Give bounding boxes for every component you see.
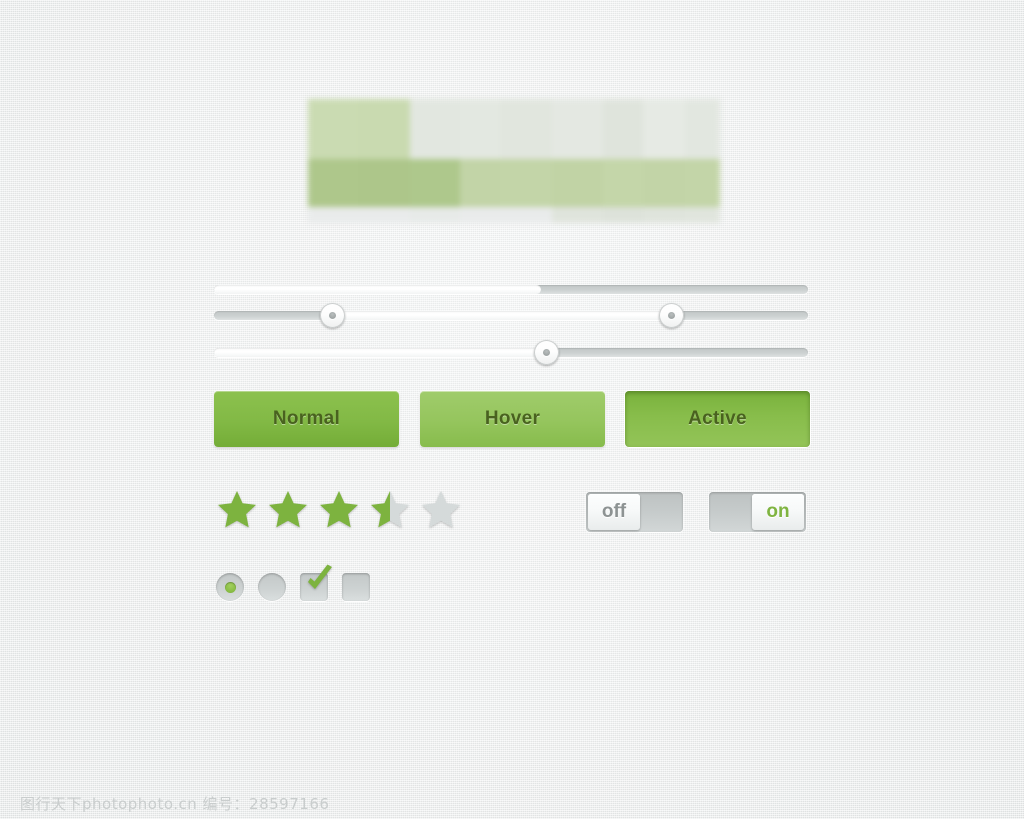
slider-range[interactable] <box>214 303 808 328</box>
banner-cell <box>603 159 643 207</box>
slider-single[interactable] <box>214 340 808 365</box>
selection-controls-row <box>216 564 370 601</box>
checkbox-checked[interactable] <box>300 564 332 601</box>
toggle-off[interactable]: off <box>586 492 683 532</box>
button-normal-label: Normal <box>272 408 341 429</box>
toggle-off-label: off <box>601 501 627 522</box>
banner-cell <box>500 207 552 223</box>
star-icon[interactable] <box>267 489 309 531</box>
banner-cell <box>308 207 358 223</box>
toggle-on[interactable]: on <box>709 492 806 532</box>
checkbox-unchecked[interactable] <box>342 573 370 601</box>
slider-handle[interactable] <box>534 340 560 365</box>
slider-progress[interactable] <box>214 285 808 294</box>
checkmark-icon <box>308 564 332 589</box>
banner-cell <box>643 159 685 207</box>
button-hover[interactable]: Hover <box>420 391 605 447</box>
banner-cell <box>685 159 720 207</box>
banner-cell <box>685 207 720 223</box>
slider-fill <box>214 348 547 357</box>
banner-cell <box>460 99 500 159</box>
blurred-placeholder-banner <box>308 99 720 223</box>
radio-selected[interactable] <box>216 573 244 601</box>
banner-cell <box>603 99 643 159</box>
banner-cell <box>603 207 643 223</box>
banner-cell <box>500 159 552 207</box>
banner-row <box>308 99 720 159</box>
star-icon[interactable] <box>216 489 258 531</box>
banner-cell <box>358 159 410 207</box>
banner-cell <box>308 99 358 159</box>
toggle-off-knob[interactable]: off <box>588 494 640 530</box>
banner-cell <box>308 159 358 207</box>
slider-handle-left[interactable] <box>320 303 346 328</box>
banner-cell <box>643 207 685 223</box>
banner-cell <box>552 99 603 159</box>
slider-handle-right[interactable] <box>658 303 684 328</box>
button-active-label: Active <box>688 408 747 429</box>
star-rating[interactable] <box>216 489 462 531</box>
ui-kit-stage: Normal Hover Active off on 图行天下photophot… <box>0 0 1024 819</box>
banner-cell <box>410 159 460 207</box>
banner-cell <box>410 207 460 223</box>
banner-cell <box>552 159 603 207</box>
banner-row <box>308 207 720 223</box>
banner-cell <box>410 99 460 159</box>
banner-cell <box>358 207 410 223</box>
radio-unselected[interactable] <box>258 573 286 601</box>
banner-cell <box>552 207 603 223</box>
toggle-on-label: on <box>766 501 790 522</box>
banner-cell <box>500 99 552 159</box>
banner-cell <box>358 99 410 159</box>
banner-cell <box>685 99 720 159</box>
toggle-on-knob[interactable]: on <box>752 494 804 530</box>
button-normal[interactable]: Normal <box>214 391 399 447</box>
button-hover-label: Hover <box>484 408 541 429</box>
slider-fill <box>214 285 541 294</box>
banner-cell <box>460 207 500 223</box>
star-icon[interactable] <box>318 489 360 531</box>
star-icon[interactable] <box>420 489 462 531</box>
banner-row <box>308 159 720 207</box>
banner-cell <box>460 159 500 207</box>
banner-cell <box>643 99 685 159</box>
watermark: 图行天下photophoto.cn 编号：28597166 <box>20 795 330 813</box>
slider-fill <box>332 311 672 320</box>
button-active[interactable]: Active <box>625 391 810 447</box>
star-icon[interactable] <box>369 489 411 531</box>
